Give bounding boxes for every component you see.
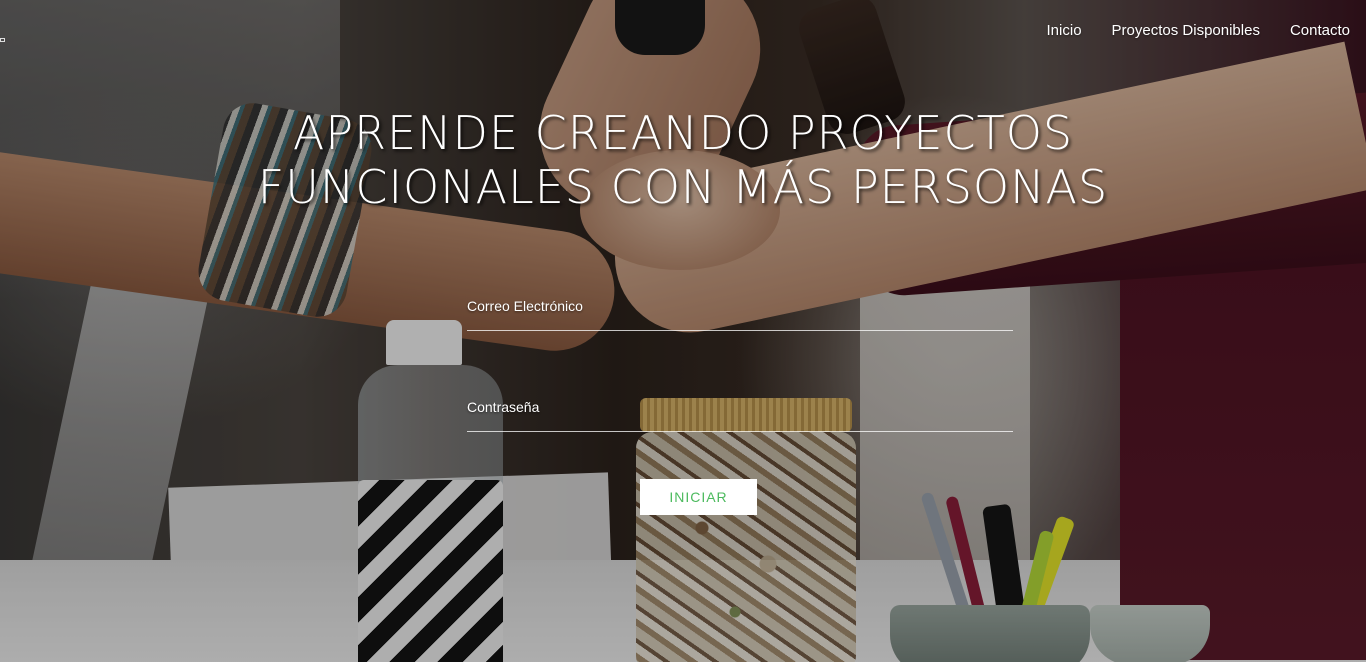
hero-title-line-2: FUNCIONALES CON MÁS PERSONAS: [257, 160, 1109, 214]
hero-title-line-1: APRENDE CREANDO PROYECTOS: [292, 106, 1074, 160]
hero-title: APRENDE CREANDO PROYECTOS FUNCIONALES CO…: [0, 106, 1366, 214]
nav-link-inicio[interactable]: Inicio: [1047, 22, 1082, 39]
nav-link-proyectos-disponibles[interactable]: Proyectos Disponibles: [1112, 22, 1260, 39]
email-field[interactable]: [467, 298, 1013, 331]
email-field-group: Correo Electrónico: [467, 298, 1013, 399]
top-nav: Inicio Proyectos Disponibles Contacto: [1047, 22, 1350, 39]
password-field[interactable]: [467, 399, 1013, 432]
corner-mark: [0, 38, 5, 42]
iniciar-button[interactable]: INICIAR: [640, 479, 757, 515]
nav-link-contacto[interactable]: Contacto: [1290, 22, 1350, 39]
login-form: Correo Electrónico Contraseña: [467, 298, 1013, 500]
